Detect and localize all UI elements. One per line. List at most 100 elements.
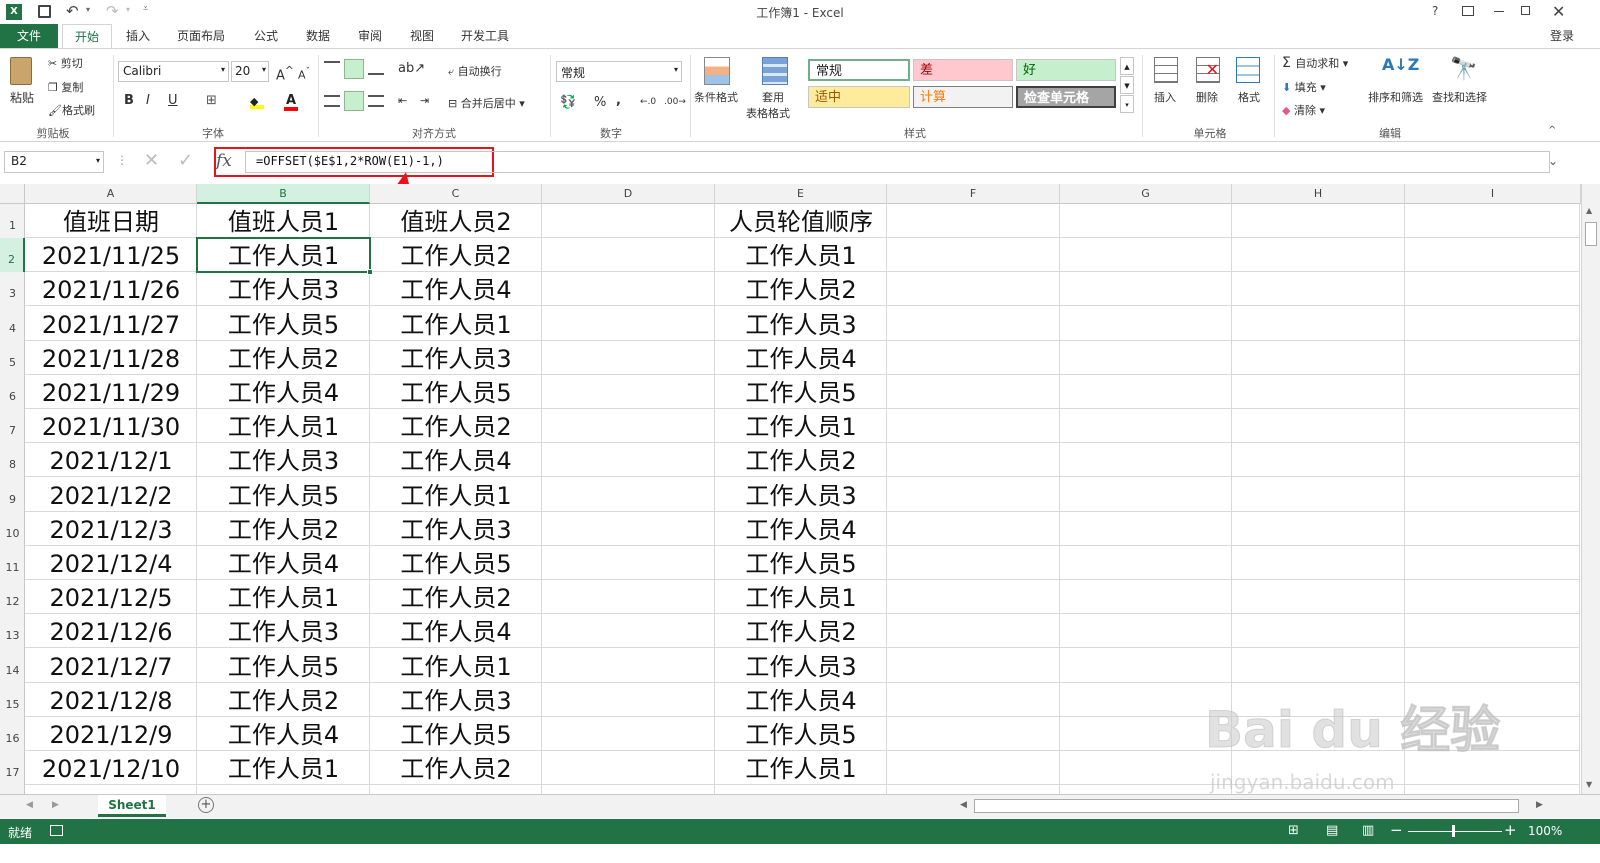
macro-record-icon[interactable] xyxy=(50,825,63,836)
cell-e11[interactable]: 工作人员5 xyxy=(715,546,887,580)
cell-b9[interactable]: 工作人员5 xyxy=(197,478,370,512)
align-center-icon[interactable] xyxy=(344,91,364,111)
cell-c8[interactable]: 工作人员4 xyxy=(370,443,542,477)
scroll-up-icon[interactable]: ▲ xyxy=(1586,206,1592,215)
find-select-icon[interactable]: 🔭 xyxy=(1450,57,1477,82)
column-header-c[interactable]: C xyxy=(370,184,542,204)
styles-scroll-up-icon[interactable]: ▲ xyxy=(1120,57,1134,75)
comma-button[interactable]: , xyxy=(616,93,621,108)
styles-more-icon[interactable]: ▾ xyxy=(1120,95,1134,113)
fill-button[interactable]: ⬇ 填充 ▾ xyxy=(1282,79,1326,95)
row-header[interactable]: 2 xyxy=(0,238,25,272)
zoom-in-icon[interactable]: + xyxy=(1504,821,1517,839)
tab-page-layout[interactable]: 页面布局 xyxy=(168,24,234,48)
style-good[interactable]: 好 xyxy=(1016,59,1116,81)
cell-b16[interactable]: 工作人员4 xyxy=(197,717,370,751)
paste-icon[interactable] xyxy=(10,57,32,85)
cell-a5[interactable]: 2021/11/28 xyxy=(25,341,197,375)
conditional-format-icon[interactable] xyxy=(704,57,730,85)
style-check-cell[interactable]: 检查单元格 xyxy=(1016,86,1116,108)
scroll-down-icon[interactable]: ▼ xyxy=(1586,780,1592,789)
tab-data[interactable]: 数据 xyxy=(296,24,340,48)
cell-a3[interactable]: 2021/11/26 xyxy=(25,272,197,306)
enter-icon[interactable]: ✓ xyxy=(178,150,193,171)
increase-indent-icon[interactable]: ⇥ xyxy=(420,94,429,107)
autosum-button[interactable]: Σ 自动求和 ▾ xyxy=(1282,55,1348,71)
border-icon[interactable]: ⊞ xyxy=(206,93,217,108)
decrease-decimal-icon[interactable]: .00→ xyxy=(664,97,686,107)
cell-e6[interactable]: 工作人员5 xyxy=(715,375,887,409)
cell-e8[interactable]: 工作人员2 xyxy=(715,443,887,477)
row-header[interactable]: 12 xyxy=(0,580,25,614)
sheet-tab-sheet1[interactable]: Sheet1 xyxy=(98,795,166,817)
format-painter-button[interactable]: 🖌格式刷 xyxy=(48,102,95,118)
tab-insert[interactable]: 插入 xyxy=(116,24,160,48)
font-size-select[interactable]: 20 ▾ xyxy=(231,61,269,82)
row-header[interactable]: 6 xyxy=(0,375,25,409)
close-icon[interactable]: ✕ xyxy=(1552,2,1565,21)
table-format-icon[interactable] xyxy=(762,57,788,85)
sort-filter-button[interactable]: 排序和筛选 xyxy=(1368,89,1423,105)
zoom-level[interactable]: 100% xyxy=(1528,824,1562,838)
vertical-scrollbar[interactable]: ▲ ▼ xyxy=(1581,184,1600,794)
cell-b11[interactable]: 工作人员4 xyxy=(197,546,370,580)
expand-formula-icon[interactable]: ⌄ xyxy=(1548,154,1558,168)
cell-e7[interactable]: 工作人员1 xyxy=(715,409,887,443)
cell-b8[interactable]: 工作人员3 xyxy=(197,443,370,477)
merge-center-button[interactable]: ⊟ 合并后居中 ▾ xyxy=(448,95,525,111)
cell-e12[interactable]: 工作人员1 xyxy=(715,580,887,614)
wrap-text-button[interactable]: ⤶ 自动换行 xyxy=(448,63,502,79)
style-bad[interactable]: 差 xyxy=(913,59,1013,81)
cell-e2[interactable]: 工作人员1 xyxy=(715,238,887,272)
column-header-d[interactable]: D xyxy=(542,184,715,204)
tab-review[interactable]: 审阅 xyxy=(348,24,392,48)
tab-formulas[interactable]: 公式 xyxy=(244,24,288,48)
column-header-h[interactable]: H xyxy=(1232,184,1405,204)
normal-view-icon[interactable]: ⊞ xyxy=(1288,823,1299,838)
cell-e15[interactable]: 工作人员4 xyxy=(715,683,887,717)
row-header[interactable]: 14 xyxy=(0,649,25,683)
grow-font-icon[interactable]: A^ xyxy=(276,64,294,83)
shrink-font-icon[interactable]: Aˇ xyxy=(298,66,310,82)
cell-e9[interactable]: 工作人员3 xyxy=(715,478,887,512)
add-sheet-icon[interactable]: + xyxy=(198,797,214,813)
formula-input[interactable]: =OFFSET($E$1,2*ROW(E1)-1,) xyxy=(245,151,1550,173)
zoom-out-icon[interactable]: − xyxy=(1390,821,1403,839)
style-normal[interactable]: 常规 xyxy=(808,59,910,81)
decrease-indent-icon[interactable]: ⇤ xyxy=(398,94,407,107)
save-icon[interactable] xyxy=(38,5,51,18)
customize-qat-icon[interactable]: ⩡ xyxy=(143,4,148,14)
cell-e4[interactable]: 工作人员3 xyxy=(715,307,887,341)
row-header[interactable]: 7 xyxy=(0,409,25,443)
cell-a7[interactable]: 2021/11/30 xyxy=(25,409,197,443)
font-name-select[interactable]: Calibri ▾ xyxy=(118,61,229,82)
style-calculation[interactable]: 计算 xyxy=(913,86,1013,108)
style-neutral[interactable]: 适中 xyxy=(808,86,910,108)
prev-sheet-icon[interactable]: ◀ xyxy=(26,800,33,810)
tab-file[interactable]: 文件 xyxy=(0,24,58,48)
cell-a10[interactable]: 2021/12/3 xyxy=(25,512,197,546)
tab-view[interactable]: 视图 xyxy=(400,24,444,48)
align-right-icon[interactable] xyxy=(368,95,384,107)
find-select-button[interactable]: 查找和选择 xyxy=(1432,89,1487,105)
cell-a15[interactable]: 2021/12/8 xyxy=(25,683,197,717)
styles-scroll-down-icon[interactable]: ▼ xyxy=(1120,76,1134,94)
cell-c12[interactable]: 工作人员2 xyxy=(370,580,542,614)
cell-c1[interactable]: 值班人员2 xyxy=(370,204,542,238)
cancel-icon[interactable]: ✕ xyxy=(144,150,159,171)
cell-a14[interactable]: 2021/12/7 xyxy=(25,649,197,683)
format-cells-icon[interactable] xyxy=(1236,57,1260,83)
column-header-e[interactable]: E xyxy=(715,184,887,204)
cell-c3[interactable]: 工作人员4 xyxy=(370,272,542,306)
cell-e16[interactable]: 工作人员5 xyxy=(715,717,887,751)
sort-filter-icon[interactable]: A↓Z xyxy=(1382,55,1419,74)
cell-e14[interactable]: 工作人员3 xyxy=(715,649,887,683)
row-header[interactable]: 9 xyxy=(0,478,25,512)
cell-b10[interactable]: 工作人员2 xyxy=(197,512,370,546)
cell-e10[interactable]: 工作人员4 xyxy=(715,512,887,546)
scroll-thumb[interactable] xyxy=(1585,222,1597,246)
cell-c11[interactable]: 工作人员5 xyxy=(370,546,542,580)
cell-c13[interactable]: 工作人员4 xyxy=(370,614,542,648)
cell-a8[interactable]: 2021/12/1 xyxy=(25,443,197,477)
cell-c10[interactable]: 工作人员3 xyxy=(370,512,542,546)
